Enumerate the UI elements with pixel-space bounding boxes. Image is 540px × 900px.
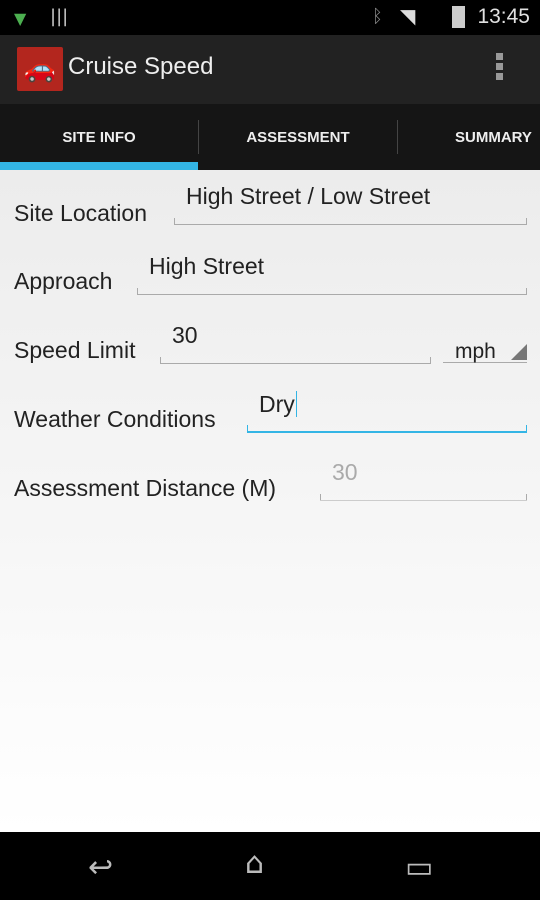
distance-input[interactable]: 30 bbox=[320, 461, 527, 501]
overflow-menu-icon[interactable] bbox=[496, 53, 504, 83]
site-location-value: High Street / Low Street bbox=[186, 183, 431, 209]
speed-unit-spinner[interactable]: mph bbox=[443, 340, 527, 363]
approach-label: Approach bbox=[14, 268, 113, 294]
speed-limit-input[interactable]: 30 bbox=[160, 324, 431, 364]
status-bar: ▼ ||| ᛒ ◥ 13:45 bbox=[0, 0, 540, 35]
approach-input[interactable]: High Street bbox=[137, 255, 527, 295]
car-icon: 🚗 bbox=[17, 47, 63, 91]
clock: 13:45 bbox=[477, 5, 530, 28]
action-bar: 🚗 Cruise Speed bbox=[0, 35, 540, 104]
home-icon[interactable]: ⌂ bbox=[245, 846, 264, 881]
wifi-icon: ◥ bbox=[400, 4, 416, 28]
barcode-icon: ||| bbox=[50, 6, 69, 27]
battery-icon bbox=[452, 6, 465, 28]
navigation-bar: ↩ ⌂ ▭ bbox=[0, 832, 540, 900]
tab-summary[interactable]: SUMMARY bbox=[420, 104, 540, 170]
site-info-form: Site Location High Street / Low Street A… bbox=[0, 170, 540, 832]
speed-limit-value: 30 bbox=[172, 322, 198, 348]
site-location-input[interactable]: High Street / Low Street bbox=[174, 185, 527, 225]
weather-label: Weather Conditions bbox=[14, 406, 216, 432]
weather-value: Dry bbox=[259, 391, 295, 417]
tab-site-info[interactable]: SITE INFO bbox=[0, 104, 198, 170]
weather-input[interactable]: Dry bbox=[247, 391, 527, 433]
recents-icon[interactable]: ▭ bbox=[405, 850, 433, 885]
tab-divider bbox=[397, 120, 398, 154]
notification-icon: ▼ bbox=[14, 9, 27, 28]
dropdown-triangle-icon bbox=[511, 344, 527, 360]
tab-bar: SITE INFO ASSESSMENT SUMMARY bbox=[0, 104, 540, 170]
site-location-label: Site Location bbox=[14, 200, 147, 226]
distance-label: Assessment Distance (M) bbox=[14, 475, 277, 501]
app-title: Cruise Speed bbox=[68, 53, 214, 80]
bluetooth-icon: ᛒ bbox=[372, 6, 383, 27]
speed-unit-value: mph bbox=[455, 340, 496, 363]
approach-value: High Street bbox=[149, 253, 265, 279]
tab-assessment[interactable]: ASSESSMENT bbox=[199, 104, 397, 170]
speed-limit-label: Speed Limit bbox=[14, 337, 136, 363]
distance-placeholder: 30 bbox=[332, 459, 358, 485]
back-icon[interactable]: ↩ bbox=[88, 850, 113, 885]
